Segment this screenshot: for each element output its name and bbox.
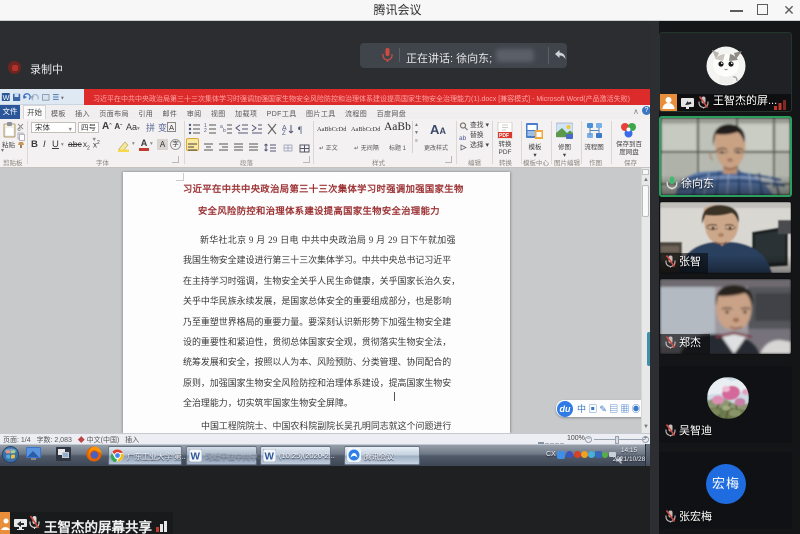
svg-text:¶: ¶ [298,125,302,135]
svg-text:W: W [265,452,275,463]
svg-text:ab: ab [459,135,467,142]
svg-text:W: W [191,452,201,463]
svg-text:2: 2 [204,128,207,134]
svg-text:Z: Z [282,131,286,135]
svg-text:W: W [3,93,10,102]
svg-text:b: b [223,128,226,134]
svg-text:▾: ▾ [61,95,64,101]
svg-text:PDF: PDF [499,133,509,139]
